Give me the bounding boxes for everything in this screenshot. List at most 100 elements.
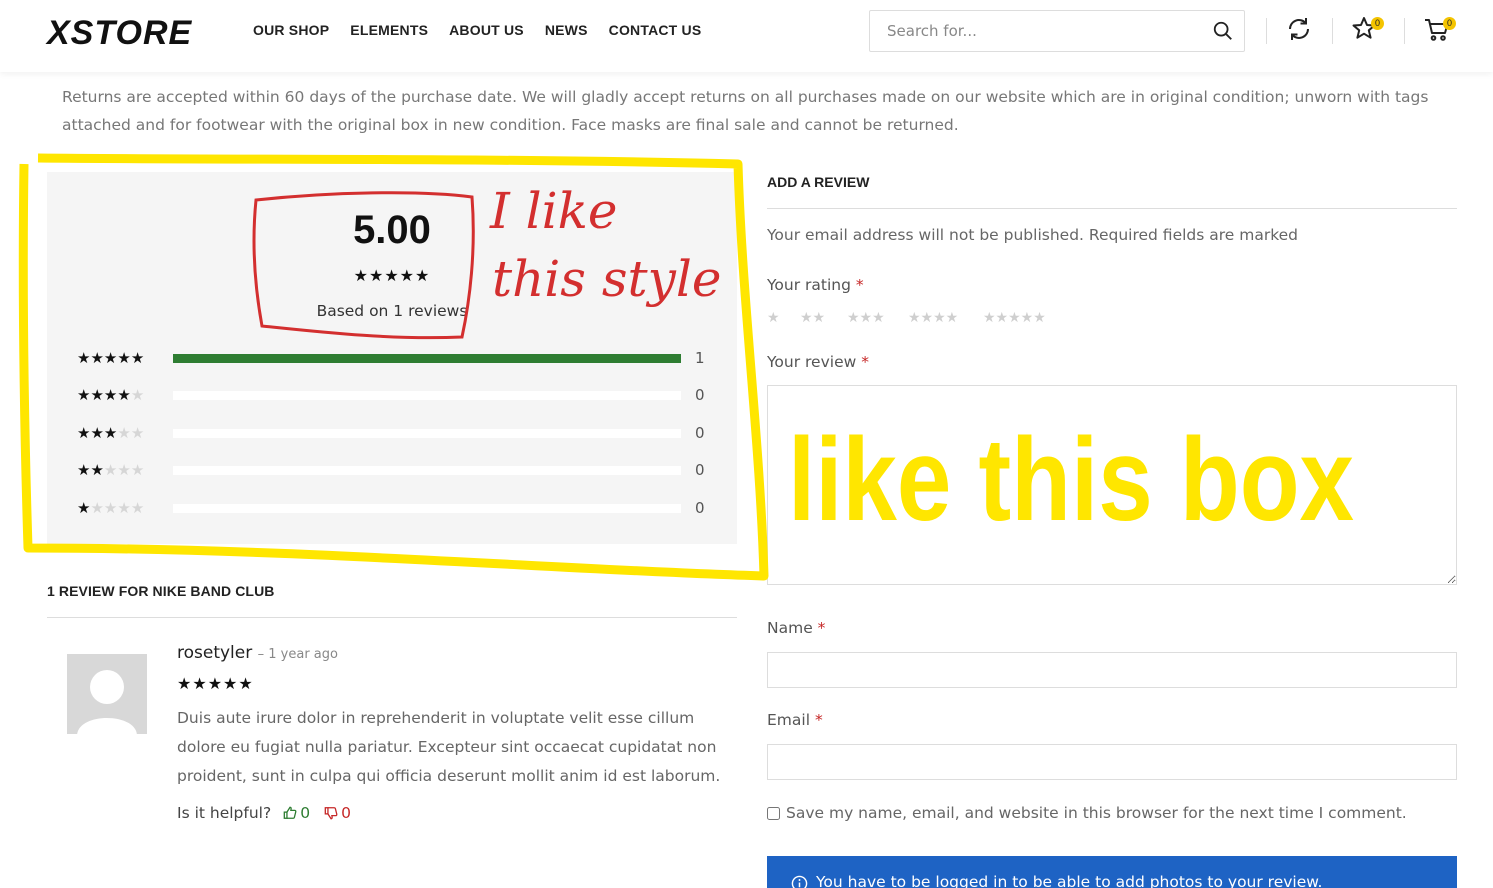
distribution-stars: ★★★★★ <box>77 498 144 518</box>
distribution-row-4: ★★★★★ 0 <box>77 385 717 405</box>
distribution-bar-track <box>173 391 681 400</box>
save-info-row[interactable]: Save my name, email, and website in this… <box>767 804 1407 822</box>
name-field[interactable] <box>767 652 1457 688</box>
distribution-row-2: ★★★★★ 0 <box>77 460 717 480</box>
star-icon: ★ <box>77 386 91 404</box>
save-info-label: Save my name, email, and website in this… <box>786 804 1407 822</box>
helpful-down-count: 0 <box>341 804 351 822</box>
distribution-row-3: ★★★★★ 0 <box>77 423 717 443</box>
returns-policy-text: Returns are accepted within 60 days of t… <box>62 88 1429 134</box>
distribution-bar-fill <box>173 354 681 363</box>
distribution-count: 0 <box>695 424 705 442</box>
rating-option-1[interactable]: ★ <box>767 310 780 326</box>
distribution-row-5: ★★★★★ 1 <box>77 348 717 368</box>
star-icon: ★ <box>90 499 104 517</box>
review-stars: ★★★★★ <box>177 674 254 693</box>
add-review-title: ADD A REVIEW <box>767 174 870 190</box>
distribution-bar-track <box>173 429 681 438</box>
distribution-count: 0 <box>695 499 705 517</box>
star-icon: ★ <box>103 499 118 517</box>
compare-icon[interactable] <box>1284 14 1314 44</box>
helpful-up-count: 0 <box>300 804 311 822</box>
star-icon: ★ <box>130 499 145 517</box>
rating-option-5[interactable]: ★★★★★ <box>983 310 1046 326</box>
search-icon[interactable] <box>1212 20 1234 42</box>
based-on-count: Based on 1 reviews <box>316 302 468 320</box>
search-box <box>869 10 1245 52</box>
distribution-bar-track <box>173 354 681 363</box>
name-label: Name * <box>767 619 826 637</box>
distribution-count: 0 <box>695 386 705 404</box>
star-icon: ★ <box>90 461 104 479</box>
nav-news[interactable]: NEWS <box>545 22 588 38</box>
site-header: XSTORE OUR SHOP ELEMENTS ABOUT US NEWS C… <box>0 0 1493 72</box>
star-icon: ★ <box>77 499 91 517</box>
email-field[interactable] <box>767 744 1457 780</box>
avatar <box>67 654 147 734</box>
distribution-bar-track <box>173 466 681 475</box>
review-date: – 1 year ago <box>257 647 338 662</box>
star-icon: ★ <box>103 424 118 442</box>
helpful-down-button[interactable]: 0 <box>324 804 351 822</box>
star-icon: ★ <box>90 424 104 442</box>
distribution-stars: ★★★★★ <box>77 348 144 368</box>
distribution-row-1: ★★★★★ 0 <box>77 498 717 518</box>
star-icon: ★ <box>77 349 91 367</box>
average-stars: ★★★★★ <box>353 266 431 285</box>
header-divider <box>1266 18 1267 44</box>
helpful-up-button[interactable]: 0 <box>283 804 310 822</box>
form-divider <box>767 208 1457 209</box>
header-divider <box>1332 18 1333 44</box>
star-icon: ★ <box>130 349 145 367</box>
rating-option-3[interactable]: ★★★ <box>847 310 885 326</box>
rating-option-4[interactable]: ★★★★ <box>908 310 958 326</box>
nav-elements[interactable]: ELEMENTS <box>350 22 428 38</box>
main-nav: OUR SHOP ELEMENTS ABOUT US NEWS CONTACT … <box>253 22 701 38</box>
rating-summary-panel: 5.00 ★★★★★ Based on 1 reviews ★★★★★ 1 ★★★★… <box>47 172 737 544</box>
distribution-count: 0 <box>695 461 705 479</box>
reviews-title: 1 REVIEW FOR NIKE BAND CLUB <box>47 583 275 599</box>
rating-option-2[interactable]: ★★ <box>800 310 825 326</box>
review-label: Your review * <box>767 353 869 371</box>
distribution-stars: ★★★★★ <box>77 385 144 405</box>
nav-about-us[interactable]: ABOUT US <box>449 22 524 38</box>
star-icon: ★ <box>130 386 145 404</box>
star-icon: ★ <box>117 461 131 479</box>
star-icon: ★ <box>117 386 131 404</box>
search-input[interactable] <box>870 11 1200 51</box>
rating-label: Your rating * <box>767 276 864 294</box>
user-avatar-icon <box>77 670 137 734</box>
store-logo[interactable]: XSTORE <box>47 14 192 53</box>
helpful-row: Is it helpful? 0 0 <box>177 804 351 822</box>
distribution-count: 1 <box>695 349 705 367</box>
star-icon: ★ <box>103 349 118 367</box>
helpful-label: Is it helpful? <box>177 804 272 822</box>
star-icon: ★ <box>103 461 118 479</box>
review-text: Duis aute irure dolor in reprehenderit i… <box>177 709 721 785</box>
cart-count-badge: 0 <box>1443 17 1456 30</box>
review-author-name[interactable]: rosetyler <box>177 643 252 663</box>
distribution-stars: ★★★★★ <box>77 460 144 480</box>
review-textarea[interactable] <box>767 385 1457 585</box>
form-note: Your email address will not be published… <box>767 226 1299 244</box>
reviews-divider <box>47 617 737 618</box>
login-notice-text: You have to be logged in to be able to a… <box>816 873 1323 888</box>
save-info-checkbox[interactable] <box>767 806 780 820</box>
star-icon: ★ <box>117 424 131 442</box>
distribution-stars: ★★★★★ <box>77 423 144 443</box>
thumbs-up-icon <box>283 806 297 819</box>
star-icon: ★ <box>90 386 104 404</box>
email-label: Email * <box>767 711 823 729</box>
star-icon: ★ <box>130 461 145 479</box>
nav-contact-us[interactable]: CONTACT US <box>609 22 702 38</box>
star-icon: ★ <box>117 499 131 517</box>
nav-our-shop[interactable]: OUR SHOP <box>253 22 329 38</box>
login-notice: You have to be logged in to be able to a… <box>767 856 1457 888</box>
star-icon: ★ <box>90 349 104 367</box>
star-icon: ★ <box>130 424 145 442</box>
distribution-bar-track <box>173 504 681 513</box>
star-icon: ★ <box>77 424 91 442</box>
star-icon: ★ <box>117 349 131 367</box>
star-icon: ★ <box>77 461 91 479</box>
thumbs-down-icon <box>324 807 338 820</box>
